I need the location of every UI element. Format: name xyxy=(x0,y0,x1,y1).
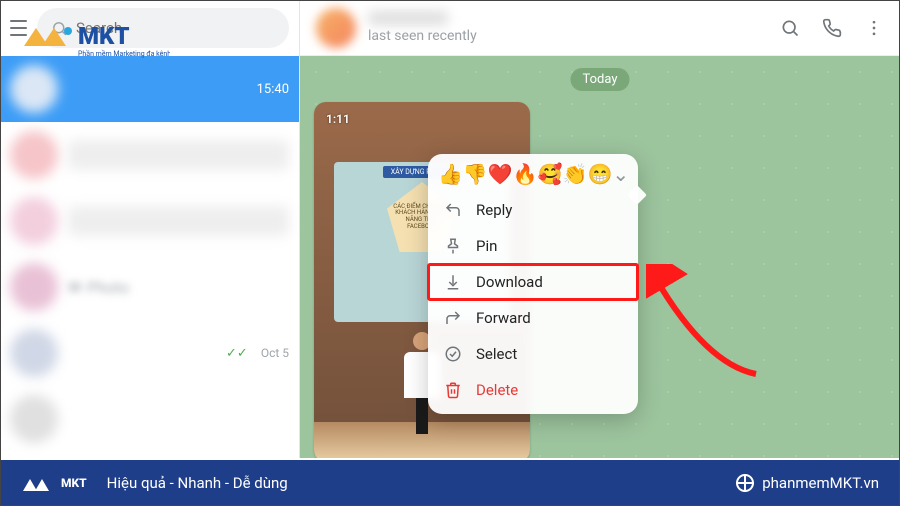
menu-delete[interactable]: Delete xyxy=(428,372,638,408)
svg-text:Phần mềm Marketing đa kênh: Phần mềm Marketing đa kênh xyxy=(78,49,170,58)
avatar xyxy=(10,395,58,443)
pin-icon xyxy=(444,237,462,255)
chat-item-active[interactable]: 15:40 xyxy=(0,56,299,122)
date-pill: Today xyxy=(570,68,629,91)
chat-status: last seen recently xyxy=(368,28,477,44)
chat-item[interactable]: ✓✓ Oct 5 xyxy=(0,320,299,386)
menu-select[interactable]: Select xyxy=(428,336,638,372)
reaction-grin[interactable]: 😁 xyxy=(587,162,612,186)
chat-header: last seen recently xyxy=(300,0,900,56)
header-actions xyxy=(780,18,884,38)
menu-label: Download xyxy=(476,273,543,291)
avatar xyxy=(10,263,58,311)
video-duration: 1:11 xyxy=(326,112,350,126)
avatar xyxy=(10,197,58,245)
phone-icon[interactable] xyxy=(822,18,842,38)
mkt-watermark-logo: MKT Phần mềm Marketing đa kênh xyxy=(20,14,170,64)
avatar xyxy=(10,131,58,179)
delete-icon xyxy=(444,381,462,399)
menu-label: Reply xyxy=(476,201,512,219)
svg-text:MKT: MKT xyxy=(78,22,130,50)
photo-icon xyxy=(68,280,82,294)
reaction-fire[interactable]: 🔥 xyxy=(513,162,538,186)
select-icon xyxy=(444,345,462,363)
menu-label: Pin xyxy=(476,237,497,255)
search-icon[interactable] xyxy=(780,18,800,38)
download-icon xyxy=(444,273,462,291)
footer-logo: MKT xyxy=(21,468,87,498)
context-menu: 👍 👎 ❤️ 🔥 🥰 👏 😁 ⌄ Reply Pin Download xyxy=(428,154,638,414)
menu-pin[interactable]: Pin xyxy=(428,228,638,264)
chat-preview: Photo xyxy=(87,278,129,297)
menu-label: Delete xyxy=(476,381,518,399)
menu-reply[interactable]: Reply xyxy=(428,192,638,228)
read-check-icon: ✓✓ xyxy=(226,346,248,361)
chat-title xyxy=(368,11,448,25)
menu-forward[interactable]: Forward xyxy=(428,300,638,336)
globe-icon xyxy=(736,474,754,492)
forward-icon xyxy=(444,309,462,327)
chat-item[interactable]: Photo xyxy=(0,254,299,320)
footer-site[interactable]: phanmemMKT.vn xyxy=(736,474,879,492)
chat-item[interactable] xyxy=(0,188,299,254)
reaction-thumbs-up[interactable]: 👍 xyxy=(438,162,463,186)
chat-pane: last seen recently Today XÂY DỰNG PROFIL… xyxy=(300,0,900,458)
chat-item[interactable] xyxy=(0,122,299,188)
reply-icon xyxy=(444,201,462,219)
chat-time: Oct 5 xyxy=(261,346,289,360)
menu-label: Select xyxy=(476,345,517,363)
reaction-bar: 👍 👎 ❤️ 🔥 🥰 👏 😁 ⌄ xyxy=(428,154,638,192)
sidebar: 15:40 Photo ✓✓ Oct 5 xyxy=(0,0,300,458)
menu-download[interactable]: Download xyxy=(428,264,638,300)
footer-bar: MKT Hiệu quả - Nhanh - Dễ dùng phanmemMK… xyxy=(0,460,900,506)
avatar xyxy=(10,65,58,113)
reaction-thumbs-down[interactable]: 👎 xyxy=(463,162,488,186)
footer-url: phanmemMKT.vn xyxy=(762,474,879,492)
reaction-clap[interactable]: 👏 xyxy=(563,162,588,186)
reaction-heart[interactable]: ❤️ xyxy=(488,162,513,186)
footer-tagline: Hiệu quả - Nhanh - Dễ dùng xyxy=(107,474,288,492)
menu-label: Forward xyxy=(476,309,531,327)
chevron-down-icon[interactable]: ⌄ xyxy=(612,162,629,186)
chat-time: 15:40 xyxy=(257,82,289,97)
avatar xyxy=(10,329,58,377)
chat-body[interactable]: Today XÂY DỰNG PROFILE CÁC ĐIỂM CHẠM VỚI… xyxy=(300,56,900,458)
more-icon[interactable] xyxy=(864,18,884,38)
avatar[interactable] xyxy=(316,8,356,48)
reaction-love[interactable]: 🥰 xyxy=(538,162,563,186)
chat-item[interactable] xyxy=(0,386,299,452)
footer-logo-text: MKT xyxy=(61,476,87,490)
